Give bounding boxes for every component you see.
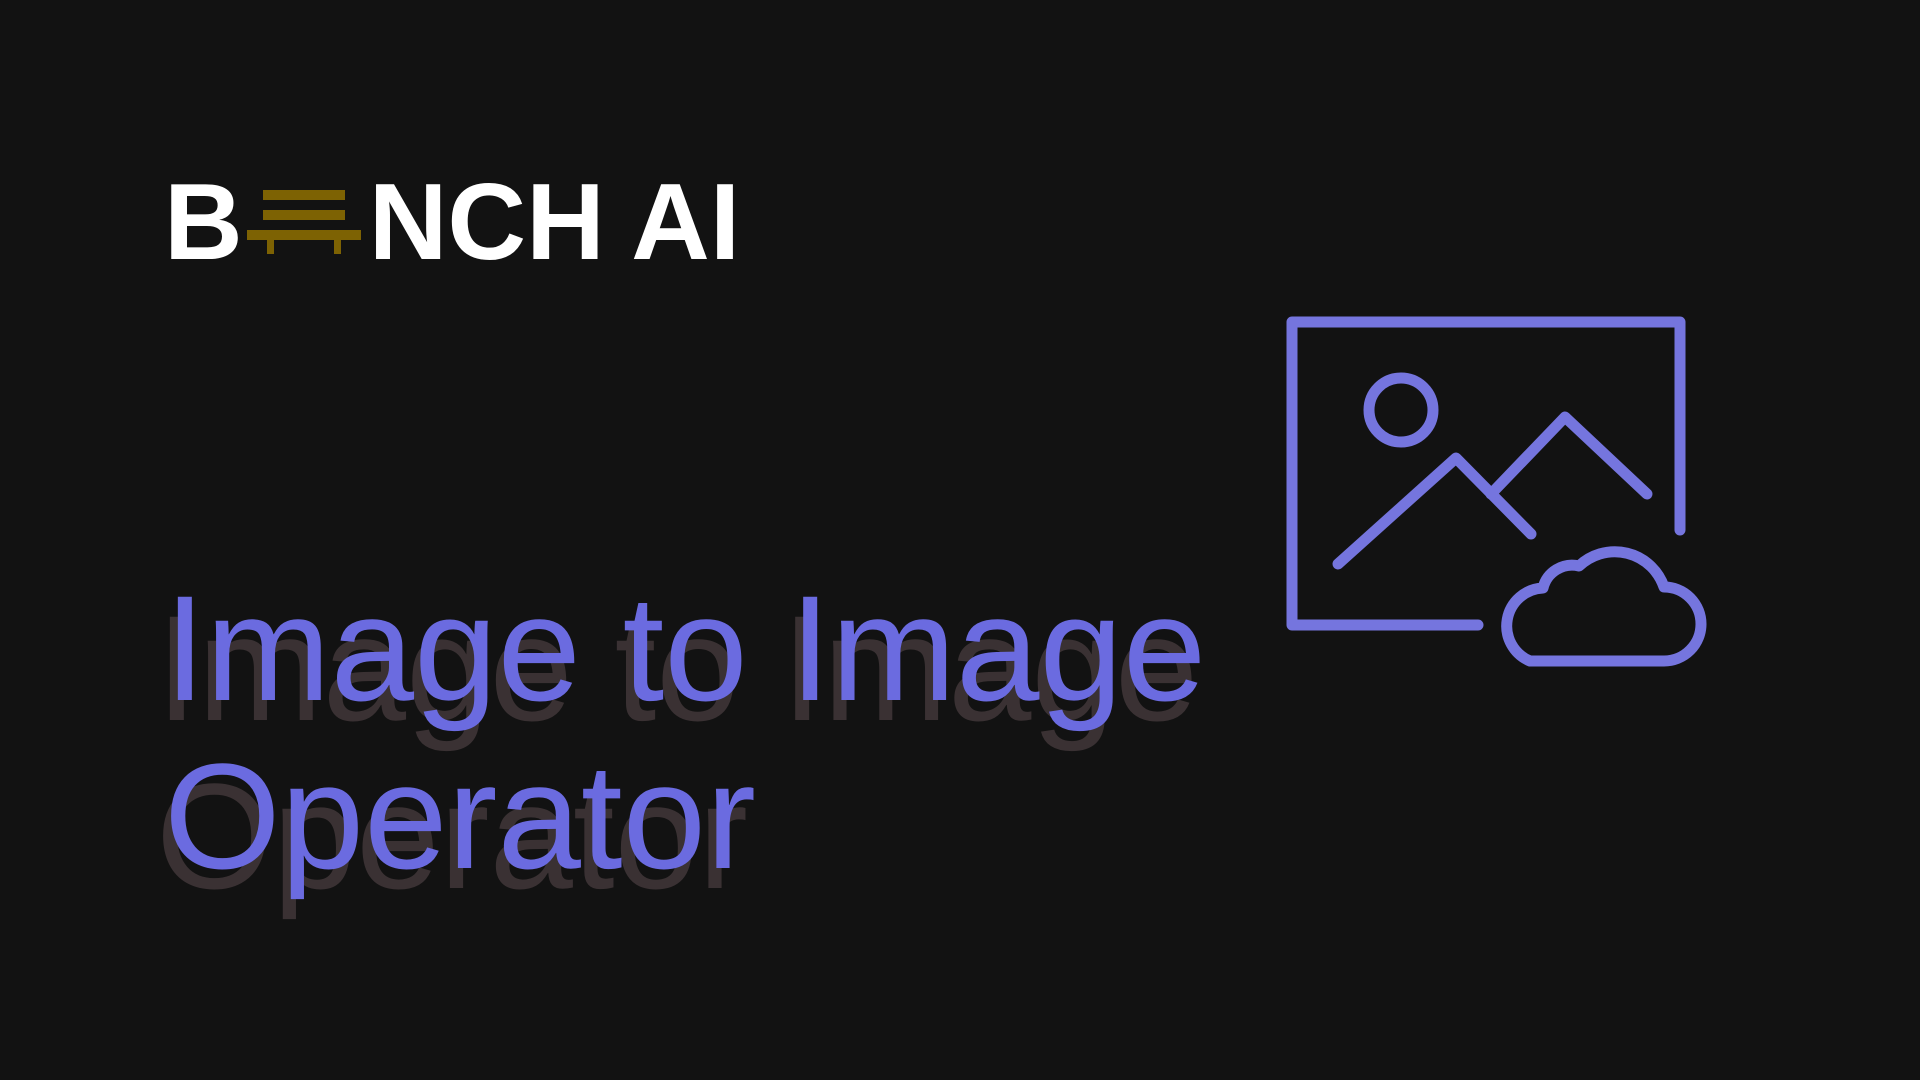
title-line-1: Image to Image xyxy=(164,564,1207,732)
slide: B NCH AI Image to Image Operator Image t… xyxy=(0,0,1920,1080)
image-cloud-icon xyxy=(1280,310,1720,680)
page-title: Image to Image Operator Image to Image O… xyxy=(156,564,1264,928)
bench-icon xyxy=(245,176,363,268)
logo-text-start: B xyxy=(164,161,243,283)
brand-logo: B NCH AI xyxy=(164,161,740,283)
title-line-2: Operator xyxy=(164,732,756,900)
